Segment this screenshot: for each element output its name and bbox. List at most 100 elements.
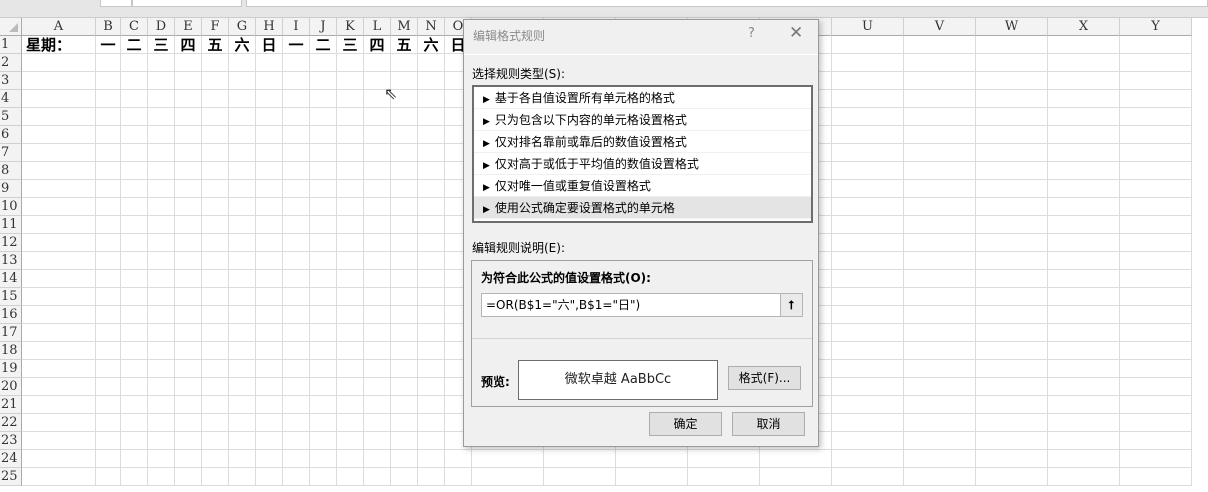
cell-K4[interactable]: [337, 90, 364, 108]
cell-H15[interactable]: [256, 288, 283, 306]
cell-M19[interactable]: [391, 360, 418, 378]
cell-G24[interactable]: [229, 450, 256, 468]
cell-W21[interactable]: [976, 396, 1048, 414]
cell-U7[interactable]: [832, 144, 904, 162]
cell-C4[interactable]: [121, 90, 148, 108]
cell-F2[interactable]: [202, 54, 229, 72]
cell-M12[interactable]: [391, 234, 418, 252]
cell-K25[interactable]: [337, 468, 364, 486]
cell-X6[interactable]: [1048, 126, 1120, 144]
cell-F13[interactable]: [202, 252, 229, 270]
cell-X2[interactable]: [1048, 54, 1120, 72]
formula-bar[interactable]: [246, 0, 1208, 7]
cell-C14[interactable]: [121, 270, 148, 288]
cell-H1[interactable]: 日: [256, 36, 283, 54]
cell-W13[interactable]: [976, 252, 1048, 270]
cell-Y3[interactable]: [1120, 72, 1192, 90]
column-header-N[interactable]: N: [418, 18, 445, 36]
cell-W23[interactable]: [976, 432, 1048, 450]
cell-K3[interactable]: [337, 72, 364, 90]
cell-M13[interactable]: [391, 252, 418, 270]
cell-K14[interactable]: [337, 270, 364, 288]
cell-G7[interactable]: [229, 144, 256, 162]
cell-F6[interactable]: [202, 126, 229, 144]
cell-I24[interactable]: [283, 450, 310, 468]
cell-Y22[interactable]: [1120, 414, 1192, 432]
cell-B16[interactable]: [96, 306, 121, 324]
cell-E25[interactable]: [175, 468, 202, 486]
cell-F11[interactable]: [202, 216, 229, 234]
cell-M24[interactable]: [391, 450, 418, 468]
cell-A16[interactable]: [22, 306, 96, 324]
cell-B3[interactable]: [96, 72, 121, 90]
column-header-M[interactable]: M: [391, 18, 418, 36]
cell-V13[interactable]: [904, 252, 976, 270]
cell-B24[interactable]: [96, 450, 121, 468]
cell-A17[interactable]: [22, 324, 96, 342]
cell-L17[interactable]: [364, 324, 391, 342]
cell-I2[interactable]: [283, 54, 310, 72]
cell-J14[interactable]: [310, 270, 337, 288]
cell-D24[interactable]: [148, 450, 175, 468]
cell-B7[interactable]: [96, 144, 121, 162]
cell-A22[interactable]: [22, 414, 96, 432]
cell-M22[interactable]: [391, 414, 418, 432]
cell-H13[interactable]: [256, 252, 283, 270]
cell-J9[interactable]: [310, 180, 337, 198]
cell-P25[interactable]: [472, 468, 544, 486]
cell-C24[interactable]: [121, 450, 148, 468]
cell-H6[interactable]: [256, 126, 283, 144]
cell-J19[interactable]: [310, 360, 337, 378]
cell-A19[interactable]: [22, 360, 96, 378]
column-header-A[interactable]: A: [22, 18, 96, 36]
cell-X7[interactable]: [1048, 144, 1120, 162]
cell-I16[interactable]: [283, 306, 310, 324]
cell-X22[interactable]: [1048, 414, 1120, 432]
cell-E22[interactable]: [175, 414, 202, 432]
rule-type-item[interactable]: ▶ 仅对唯一值或重复值设置格式: [474, 175, 811, 197]
cell-J4[interactable]: [310, 90, 337, 108]
cell-J10[interactable]: [310, 198, 337, 216]
cell-Y14[interactable]: [1120, 270, 1192, 288]
cell-D3[interactable]: [148, 72, 175, 90]
cell-L6[interactable]: [364, 126, 391, 144]
cell-H14[interactable]: [256, 270, 283, 288]
formula-input[interactable]: =OR(B$1="六",B$1="日") ⭡: [481, 293, 803, 317]
cell-Y4[interactable]: [1120, 90, 1192, 108]
row-header-19[interactable]: 19: [0, 360, 22, 378]
cell-I22[interactable]: [283, 414, 310, 432]
cell-A12[interactable]: [22, 234, 96, 252]
cell-V18[interactable]: [904, 342, 976, 360]
cell-E14[interactable]: [175, 270, 202, 288]
column-header-L[interactable]: L: [364, 18, 391, 36]
cell-V4[interactable]: [904, 90, 976, 108]
cell-X13[interactable]: [1048, 252, 1120, 270]
cell-W10[interactable]: [976, 198, 1048, 216]
cell-G15[interactable]: [229, 288, 256, 306]
cell-E15[interactable]: [175, 288, 202, 306]
select-all-corner[interactable]: [0, 18, 22, 36]
row-header-6[interactable]: 6: [0, 126, 22, 144]
cell-F12[interactable]: [202, 234, 229, 252]
cell-M1[interactable]: 五: [391, 36, 418, 54]
cell-W3[interactable]: [976, 72, 1048, 90]
cell-N12[interactable]: [418, 234, 445, 252]
cell-N1[interactable]: 六: [418, 36, 445, 54]
cell-I25[interactable]: [283, 468, 310, 486]
name-box[interactable]: [132, 0, 242, 7]
cell-J20[interactable]: [310, 378, 337, 396]
cell-B25[interactable]: [96, 468, 121, 486]
cell-A9[interactable]: [22, 180, 96, 198]
cell-P24[interactable]: [472, 450, 544, 468]
cell-E24[interactable]: [175, 450, 202, 468]
cell-U25[interactable]: [832, 468, 904, 486]
cell-F17[interactable]: [202, 324, 229, 342]
column-header-U[interactable]: U: [832, 18, 904, 36]
cell-I9[interactable]: [283, 180, 310, 198]
cell-V3[interactable]: [904, 72, 976, 90]
cell-H4[interactable]: [256, 90, 283, 108]
cell-J8[interactable]: [310, 162, 337, 180]
cell-G10[interactable]: [229, 198, 256, 216]
cell-D16[interactable]: [148, 306, 175, 324]
rule-type-item[interactable]: ▶ 只为包含以下内容的单元格设置格式: [474, 109, 811, 131]
